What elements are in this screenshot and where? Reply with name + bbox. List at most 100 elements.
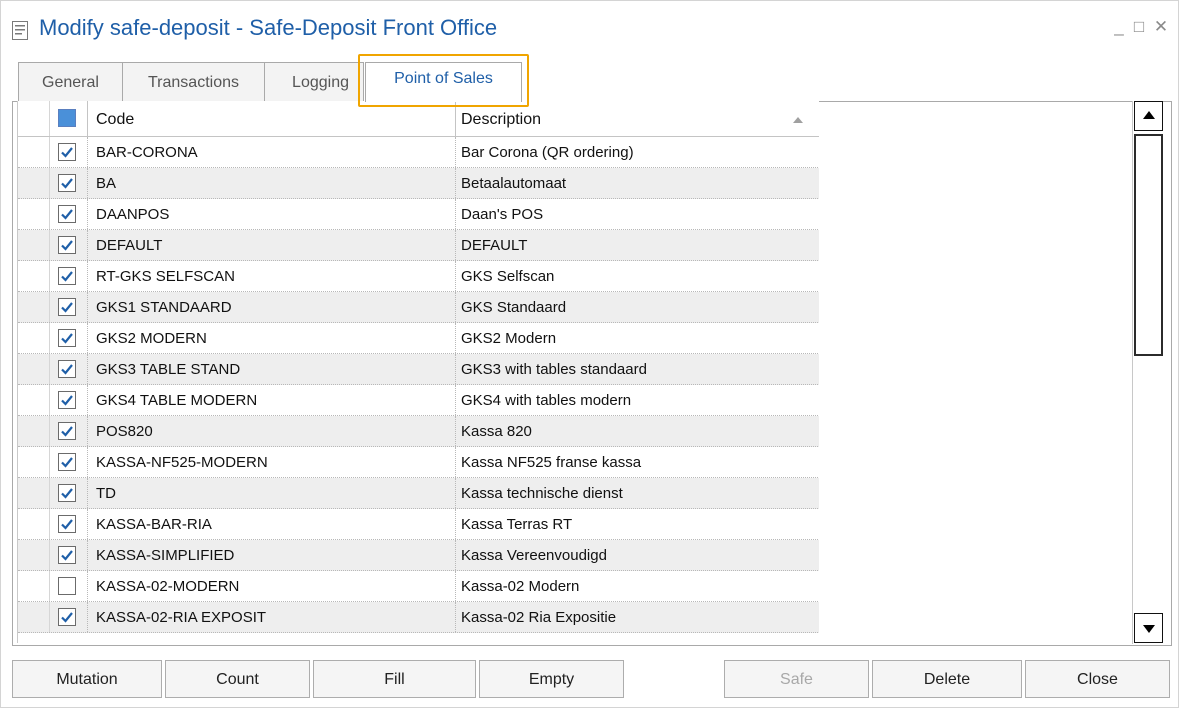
cell-description[interactable]: GKS Standaard bbox=[455, 292, 819, 322]
cell-code[interactable]: KASSA-SIMPLIFIED bbox=[87, 540, 458, 570]
table-row[interactable]: DEFAULT DEFAULT bbox=[18, 230, 819, 261]
row-checkbox[interactable] bbox=[58, 515, 76, 533]
table-row[interactable]: RT-GKS SELFSCAN GKS Selfscan bbox=[18, 261, 819, 292]
table-row[interactable]: BA Betaalautomaat bbox=[18, 168, 819, 199]
title-bar[interactable]: Modify safe-deposit - Safe-Deposit Front… bbox=[1, 1, 1178, 59]
row-checkbox[interactable] bbox=[58, 360, 76, 378]
row-indicator[interactable] bbox=[18, 602, 50, 632]
mutation-button[interactable]: Mutation bbox=[12, 660, 162, 698]
cell-description[interactable]: GKS2 Modern bbox=[455, 323, 819, 353]
row-checkbox[interactable] bbox=[58, 236, 76, 254]
cell-description[interactable]: DEFAULT bbox=[455, 230, 819, 260]
table-row[interactable]: KASSA-02-MODERN Kassa-02 Modern bbox=[18, 571, 819, 602]
scroll-thumb[interactable] bbox=[1134, 134, 1163, 356]
cell-description[interactable]: GKS4 with tables modern bbox=[455, 385, 819, 415]
cell-code[interactable]: KASSA-BAR-RIA bbox=[87, 509, 458, 539]
cell-code[interactable]: DAANPOS bbox=[87, 199, 458, 229]
cell-code[interactable]: GKS4 TABLE MODERN bbox=[87, 385, 458, 415]
row-checkbox[interactable] bbox=[58, 329, 76, 347]
close-window-button[interactable]: ✕ bbox=[1151, 15, 1171, 39]
row-indicator[interactable] bbox=[18, 199, 50, 229]
fill-button[interactable]: Fill bbox=[313, 660, 476, 698]
delete-button[interactable]: Delete bbox=[872, 660, 1022, 698]
row-checkbox[interactable] bbox=[58, 422, 76, 440]
row-indicator[interactable] bbox=[18, 230, 50, 260]
row-indicator[interactable] bbox=[18, 137, 50, 167]
table-row[interactable]: KASSA-SIMPLIFIED Kassa Vereenvoudigd bbox=[18, 540, 819, 571]
row-indicator[interactable] bbox=[18, 168, 50, 198]
table-row[interactable]: GKS4 TABLE MODERN GKS4 with tables modern bbox=[18, 385, 819, 416]
cell-description[interactable]: Bar Corona (QR ordering) bbox=[455, 137, 819, 167]
row-checkbox[interactable] bbox=[58, 608, 76, 626]
cell-description[interactable]: Kassa-02 Modern bbox=[455, 571, 819, 601]
row-indicator[interactable] bbox=[18, 354, 50, 384]
scroll-down-button[interactable] bbox=[1134, 613, 1163, 643]
row-indicator[interactable] bbox=[18, 416, 50, 446]
row-checkbox[interactable] bbox=[58, 546, 76, 564]
cell-code[interactable]: GKS2 MODERN bbox=[87, 323, 458, 353]
row-indicator[interactable] bbox=[18, 447, 50, 477]
cell-code[interactable]: BAR-CORONA bbox=[87, 137, 458, 167]
row-indicator[interactable] bbox=[18, 261, 50, 291]
count-button[interactable]: Count bbox=[165, 660, 310, 698]
select-all-checkbox[interactable] bbox=[58, 109, 76, 127]
row-indicator[interactable] bbox=[18, 323, 50, 353]
cell-code[interactable]: POS820 bbox=[87, 416, 458, 446]
cell-code[interactable]: KASSA-NF525-MODERN bbox=[87, 447, 458, 477]
table-row[interactable]: KASSA-BAR-RIA Kassa Terras RT bbox=[18, 509, 819, 540]
safe-button[interactable]: Safe bbox=[724, 660, 869, 698]
row-checkbox[interactable] bbox=[58, 577, 76, 595]
cell-code[interactable]: GKS3 TABLE STAND bbox=[87, 354, 458, 384]
cell-code[interactable]: KASSA-02-RIA EXPOSIT bbox=[87, 602, 458, 632]
maximize-button[interactable]: □ bbox=[1129, 15, 1149, 39]
cell-code[interactable]: BA bbox=[87, 168, 458, 198]
cell-description[interactable]: Kassa Vereenvoudigd bbox=[455, 540, 819, 570]
row-checkbox[interactable] bbox=[58, 205, 76, 223]
tab-general[interactable]: General bbox=[18, 62, 123, 101]
row-indicator[interactable] bbox=[18, 292, 50, 322]
row-checkbox[interactable] bbox=[58, 298, 76, 316]
cell-description[interactable]: Kassa technische dienst bbox=[455, 478, 819, 508]
row-checkbox[interactable] bbox=[58, 453, 76, 471]
cell-code[interactable]: RT-GKS SELFSCAN bbox=[87, 261, 458, 291]
table-row[interactable]: KASSA-02-RIA EXPOSIT Kassa-02 Ria Exposit… bbox=[18, 602, 819, 633]
vertical-scrollbar[interactable] bbox=[1132, 101, 1163, 644]
close-button[interactable]: Close bbox=[1025, 660, 1170, 698]
table-row[interactable]: GKS3 TABLE STAND GKS3 with tables standaa… bbox=[18, 354, 819, 385]
row-checkbox[interactable] bbox=[58, 267, 76, 285]
row-indicator[interactable] bbox=[18, 509, 50, 539]
tab-transactions[interactable]: Transactions bbox=[122, 62, 265, 101]
cell-description[interactable]: Daan's POS bbox=[455, 199, 819, 229]
row-indicator[interactable] bbox=[18, 385, 50, 415]
cell-description[interactable]: Kassa NF525 franse kassa bbox=[455, 447, 819, 477]
row-checkbox[interactable] bbox=[58, 484, 76, 502]
cell-description[interactable]: Kassa Terras RT bbox=[455, 509, 819, 539]
cell-description[interactable]: Kassa 820 bbox=[455, 416, 819, 446]
table-row[interactable]: BAR-CORONA Bar Corona (QR ordering) bbox=[18, 137, 819, 168]
table-row[interactable]: POS820 Kassa 820 bbox=[18, 416, 819, 447]
tab-logging[interactable]: Logging bbox=[264, 62, 364, 101]
scroll-up-button[interactable] bbox=[1134, 101, 1163, 131]
minimize-button[interactable]: _ bbox=[1109, 15, 1129, 39]
row-indicator[interactable] bbox=[18, 478, 50, 508]
table-row[interactable]: GKS1 STANDAARD GKS Standaard bbox=[18, 292, 819, 323]
row-checkbox[interactable] bbox=[58, 391, 76, 409]
column-header-description-label: Description bbox=[461, 111, 542, 128]
row-checkbox[interactable] bbox=[58, 143, 76, 161]
row-indicator[interactable] bbox=[18, 540, 50, 570]
cell-code[interactable]: GKS1 STANDAARD bbox=[87, 292, 458, 322]
cell-description[interactable]: Betaalautomaat bbox=[455, 168, 819, 198]
cell-code[interactable]: TD bbox=[87, 478, 458, 508]
cell-description[interactable]: Kassa-02 Ria Expositie bbox=[455, 602, 819, 632]
table-row[interactable]: TD Kassa technische dienst bbox=[18, 478, 819, 509]
table-row[interactable]: KASSA-NF525-MODERN Kassa NF525 franse kas… bbox=[18, 447, 819, 478]
row-indicator[interactable] bbox=[18, 571, 50, 601]
row-checkbox[interactable] bbox=[58, 174, 76, 192]
cell-description[interactable]: GKS Selfscan bbox=[455, 261, 819, 291]
empty-button[interactable]: Empty bbox=[479, 660, 624, 698]
cell-code[interactable]: DEFAULT bbox=[87, 230, 458, 260]
cell-code[interactable]: KASSA-02-MODERN bbox=[87, 571, 458, 601]
table-row[interactable]: DAANPOS Daan's POS bbox=[18, 199, 819, 230]
table-row[interactable]: GKS2 MODERN GKS2 Modern bbox=[18, 323, 819, 354]
cell-description[interactable]: GKS3 with tables standaard bbox=[455, 354, 819, 384]
